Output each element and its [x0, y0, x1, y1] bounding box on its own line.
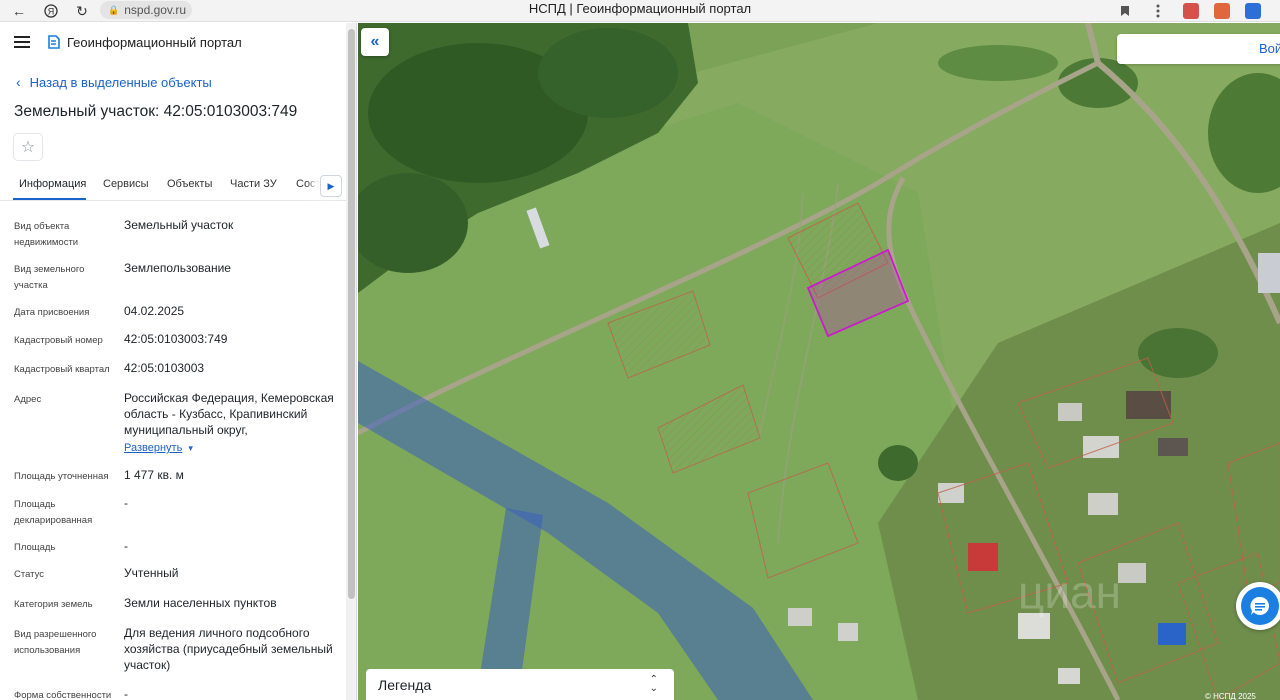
attr-value: - — [124, 539, 128, 553]
favorite-button[interactable]: ☆ — [13, 133, 43, 161]
browser-page-title: НСПД | Геоинформационный портал — [528, 1, 752, 16]
collapse-panel-button[interactable]: « — [361, 28, 389, 56]
expand-label: Развернуть — [124, 442, 183, 454]
chevron-right-icon: ▶ — [327, 180, 335, 191]
panel-header: Геоинформационный портал — [0, 23, 346, 63]
url-text: nspd.gov.ru — [124, 3, 187, 17]
chat-button[interactable] — [1236, 582, 1280, 630]
attr-label: Вид объекта недвижимости — [14, 221, 79, 248]
attr-value: Земли населенных пунктов — [124, 596, 277, 610]
svg-text:Я: Я — [48, 7, 55, 17]
chevron-updown-icon: ⌃ ⌄ — [649, 674, 658, 694]
attr-value-address: Российская Федерация, Кемеровская област… — [124, 391, 334, 437]
back-to-selected-link[interactable]: ‹ Назад в выделенные объекты — [16, 74, 212, 90]
lock-icon: 🔒 — [108, 4, 120, 15]
tab-information[interactable]: Информация — [19, 178, 86, 190]
attr-label: Адрес — [14, 394, 42, 405]
extension-icon[interactable] — [1214, 2, 1230, 20]
attr-label: Дата присвоения — [14, 307, 90, 318]
attr-label: Вид земельного участка — [14, 264, 85, 291]
tab-land-parts[interactable]: Части ЗУ — [230, 178, 277, 190]
attr-value: Учтенный — [124, 566, 179, 580]
chevron-left-icon: ‹ — [16, 74, 21, 90]
attr-value: Землепользование — [124, 261, 231, 275]
legend-label: Легенда — [378, 676, 432, 693]
attr-value: Земельный участок — [124, 218, 234, 232]
panel-scrollbar-thumb[interactable] — [348, 29, 355, 599]
attr-label: Площадь декларированная — [14, 499, 93, 526]
back-arrow-icon[interactable]: ← — [8, 0, 30, 22]
portal-logo-icon — [48, 35, 60, 49]
attr-label: Площадь уточненная — [14, 471, 109, 482]
attr-value: - — [124, 687, 128, 700]
attr-label: Вид разрешенного использования — [14, 629, 97, 656]
attr-value: 04.02.2025 — [124, 304, 185, 318]
expand-address-link[interactable]: Развернуть ▾ — [124, 442, 193, 454]
attr-label: Категория земель — [14, 599, 93, 610]
login-button[interactable]: Войти — [1117, 34, 1280, 64]
tabs-scroll-right-button[interactable]: ▶ — [320, 175, 342, 197]
active-tab-indicator — [13, 198, 86, 200]
attr-value: - — [124, 496, 128, 510]
reload-icon[interactable]: ↻ — [71, 0, 93, 22]
extension-icon[interactable] — [1183, 2, 1199, 20]
star-icon: ☆ — [20, 139, 36, 156]
attr-value: Для ведения личного подсобного хозяйства… — [124, 626, 333, 672]
legend-dropdown[interactable]: Легенда ⌃ ⌄ — [366, 669, 674, 700]
tab-bar: Информация Сервисы Объекты Части ЗУ Сост… — [0, 173, 346, 201]
page-title: Земельный участок: 42:05:0103003:749 — [14, 103, 298, 120]
menu-icon[interactable] — [14, 36, 30, 48]
attr-value: 42:05:0103003 — [124, 361, 205, 375]
attr-label: Кадастровый квартал — [14, 364, 110, 375]
tab-services[interactable]: Сервисы — [103, 178, 149, 190]
portal-name: Геоинформационный портал — [67, 35, 242, 50]
attr-value: 42:05:0103003:749 — [124, 332, 228, 346]
attr-label: Статус — [14, 569, 45, 580]
browser-toolbar: ← Я ↻ 🔒 nspd.gov.ru НСПД | Геоинформацио… — [0, 0, 1280, 22]
menu-dots-icon[interactable] — [1150, 2, 1166, 20]
address-bar[interactable]: 🔒 nspd.gov.ru — [100, 1, 192, 19]
bookmark-icon[interactable] — [1117, 2, 1133, 20]
chevron-down-icon: ▾ — [188, 443, 193, 453]
satellite-map-image: циан — [358, 23, 1280, 700]
watermark: циан — [1018, 566, 1121, 618]
attr-value: 1 477 кв. м — [124, 468, 184, 482]
info-panel: Геоинформационный портал ‹ Назад в выдел… — [0, 23, 357, 700]
chat-icon — [1241, 587, 1279, 625]
tab-objects[interactable]: Объекты — [167, 178, 212, 190]
attr-label: Площадь — [14, 542, 56, 553]
map-copyright: © НСПД 2025 — [1205, 692, 1256, 700]
map-canvas[interactable]: циан — [358, 23, 1280, 700]
attr-label: Кадастровый номер — [14, 335, 103, 346]
yandex-icon[interactable]: Я — [40, 0, 62, 22]
back-link-label: Назад в выделенные объекты — [29, 74, 212, 90]
attr-label: Форма собственности — [14, 690, 112, 700]
extension-icon[interactable] — [1245, 2, 1261, 20]
double-chevron-left-icon: « — [370, 33, 380, 50]
